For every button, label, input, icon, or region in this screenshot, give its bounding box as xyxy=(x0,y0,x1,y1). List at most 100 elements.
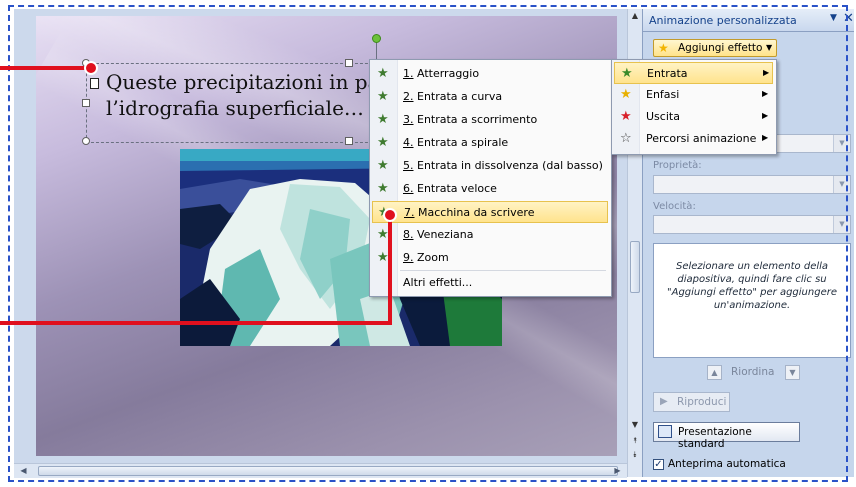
menu-item-number: 3. xyxy=(403,113,414,126)
star-icon: ★ xyxy=(658,41,669,55)
submenu-item-emphasis[interactable]: ★ Enfasi ▶ xyxy=(614,84,773,106)
menu-separator xyxy=(400,270,606,271)
effect-star-icon: ★ xyxy=(377,89,389,104)
menu-item-label: Macchina da scrivere xyxy=(418,206,535,219)
pane-header: Animazione personalizzata ▼ ✕ xyxy=(643,9,854,32)
next-slide-icon[interactable]: ⯯ xyxy=(628,450,642,460)
chevron-down-icon[interactable]: ▼ xyxy=(833,216,850,233)
chevron-right-icon: ▶ xyxy=(762,133,769,142)
horizontal-scrollbar[interactable]: ◀ ▶ xyxy=(14,463,627,478)
submenu-item-label: Uscita xyxy=(646,110,680,123)
submenu-item-label: Percorsi animazione xyxy=(646,132,757,145)
horizontal-scroll-thumb[interactable] xyxy=(38,466,618,476)
vertical-scroll-thumb[interactable] xyxy=(630,241,640,293)
menu-item-label: Altri effetti... xyxy=(403,276,473,289)
property-label: Proprietà: xyxy=(653,160,702,171)
menu-item-effect-4[interactable]: ★ 4. Entrata a spirale xyxy=(372,132,608,154)
callout-dot xyxy=(383,208,397,222)
effect-star-icon: ★ xyxy=(377,250,389,265)
resize-handle[interactable] xyxy=(345,59,353,67)
chevron-down-icon: ▼ xyxy=(766,43,773,52)
menu-item-label: Entrata a spirale xyxy=(417,136,509,149)
chevron-down-icon[interactable]: ▼ xyxy=(833,135,850,152)
callout-line xyxy=(0,66,90,70)
close-icon[interactable]: ✕ xyxy=(843,11,854,26)
scroll-up-arrow-icon[interactable]: ▲ xyxy=(628,11,642,20)
callout-line xyxy=(0,321,392,325)
slideshow-icon xyxy=(658,425,672,438)
chevron-right-icon: ▶ xyxy=(763,68,770,77)
menu-item-effect-2[interactable]: ★ 2. Entrata a curva xyxy=(372,86,608,108)
autopreview-label: Anteprima automatica xyxy=(668,458,786,470)
chevron-down-icon[interactable]: ▼ xyxy=(833,176,850,193)
checkbox-icon[interactable]: ✓ xyxy=(653,459,664,470)
scroll-left-arrow-icon[interactable]: ◀ xyxy=(17,465,30,477)
callout-line xyxy=(388,215,392,325)
menu-item-number: 1. xyxy=(403,67,414,80)
menu-item-effect-3[interactable]: ★ 3. Entrata a scorrimento xyxy=(372,109,608,131)
add-effect-button[interactable]: ★ Aggiungi effetto ▼ xyxy=(653,39,777,57)
resize-handle[interactable] xyxy=(82,137,90,145)
scroll-right-arrow-icon[interactable]: ▶ xyxy=(611,465,624,477)
slideshow-label: Presentazione standard xyxy=(678,426,752,450)
callout-dot xyxy=(84,61,98,75)
menu-item-number: 2. xyxy=(403,90,414,103)
add-effect-label: Aggiungi effetto xyxy=(678,42,763,54)
menu-item-label: Entrata in dissolvenza (dal basso) xyxy=(417,159,603,172)
slideshow-button[interactable]: Presentazione standard xyxy=(653,422,800,450)
play-button[interactable]: ▶ Riproduci xyxy=(653,392,730,412)
menu-item-effect-9[interactable]: ★ 9. Zoom xyxy=(372,247,608,269)
menu-item-effect-6[interactable]: ★ 6. Entrata veloce xyxy=(372,178,608,200)
menu-item-number: 9. xyxy=(403,251,414,264)
menu-item-effect-8[interactable]: ★ 8. Veneziana xyxy=(372,224,608,246)
entrance-effects-menu: ★ 1. Atterraggio ★ 2. Entrata a curva ★ … xyxy=(369,59,612,297)
menu-item-label: Entrata veloce xyxy=(417,182,497,195)
property-combo[interactable]: ▼ xyxy=(653,175,851,194)
motion-path-star-icon: ☆ xyxy=(620,131,632,146)
menu-item-more-effects[interactable]: Altri effetti... xyxy=(372,272,608,294)
animation-list[interactable]: Selezionare un elemento della diapositiv… xyxy=(653,243,851,358)
pane-options-icon[interactable]: ▼ xyxy=(830,13,837,23)
resize-handle[interactable] xyxy=(345,137,353,145)
chevron-right-icon: ▶ xyxy=(762,89,769,98)
speed-combo[interactable]: ▼ xyxy=(653,215,851,234)
move-down-icon[interactable]: ▼ xyxy=(785,365,800,380)
play-label: Riproduci xyxy=(677,396,727,408)
menu-item-effect-5[interactable]: ★ 5. Entrata in dissolvenza (dal basso) xyxy=(372,155,608,177)
resize-handle[interactable] xyxy=(82,99,90,107)
effect-star-icon: ★ xyxy=(377,227,389,242)
submenu-item-motion-paths[interactable]: ☆ Percorsi animazione ▶ xyxy=(614,128,773,150)
menu-item-label: Atterraggio xyxy=(417,67,480,80)
animation-list-hint: Selezionare un elemento della diapositiv… xyxy=(667,261,837,311)
chevron-right-icon: ▶ xyxy=(762,111,769,120)
submenu-item-exit[interactable]: ★ Uscita ▶ xyxy=(614,106,773,128)
move-up-icon[interactable]: ▲ xyxy=(707,365,722,380)
entrance-star-icon: ★ xyxy=(621,66,633,81)
exit-star-icon: ★ xyxy=(620,109,632,124)
menu-item-effect-7[interactable]: ★ 7. Macchina da scrivere xyxy=(372,201,608,223)
menu-item-number: 7. xyxy=(404,206,415,219)
effect-star-icon: ★ xyxy=(377,66,389,81)
menu-item-effect-1[interactable]: ★ 1. Atterraggio xyxy=(372,63,608,85)
menu-item-number: 6. xyxy=(403,182,414,195)
menu-item-number: 4. xyxy=(403,136,414,149)
menu-item-number: 8. xyxy=(403,228,414,241)
speed-label: Velocità: xyxy=(653,201,696,212)
play-icon: ▶ xyxy=(660,396,668,407)
effect-star-icon: ★ xyxy=(377,135,389,150)
scroll-down-arrow-icon[interactable]: ▼ xyxy=(628,420,642,429)
effect-star-icon: ★ xyxy=(377,112,389,127)
menu-item-label: Entrata a scorrimento xyxy=(417,113,538,126)
effect-star-icon: ★ xyxy=(377,181,389,196)
submenu-item-entrance[interactable]: ★ Entrata ▶ xyxy=(614,62,773,84)
menu-item-number: 5. xyxy=(403,159,414,172)
menu-item-label: Zoom xyxy=(417,251,449,264)
add-effect-menu: ★ Entrata ▶ ★ Enfasi ▶ ★ Uscita ▶ ☆ Perc… xyxy=(611,59,777,155)
reorder-label: Riordina xyxy=(731,366,775,378)
submenu-item-label: Entrata xyxy=(647,67,688,80)
submenu-item-label: Enfasi xyxy=(646,88,680,101)
bullet-icon xyxy=(90,78,99,89)
rotation-handle[interactable] xyxy=(372,34,381,43)
previous-slide-icon[interactable]: ⯭ xyxy=(628,436,642,446)
emphasis-star-icon: ★ xyxy=(620,87,632,102)
